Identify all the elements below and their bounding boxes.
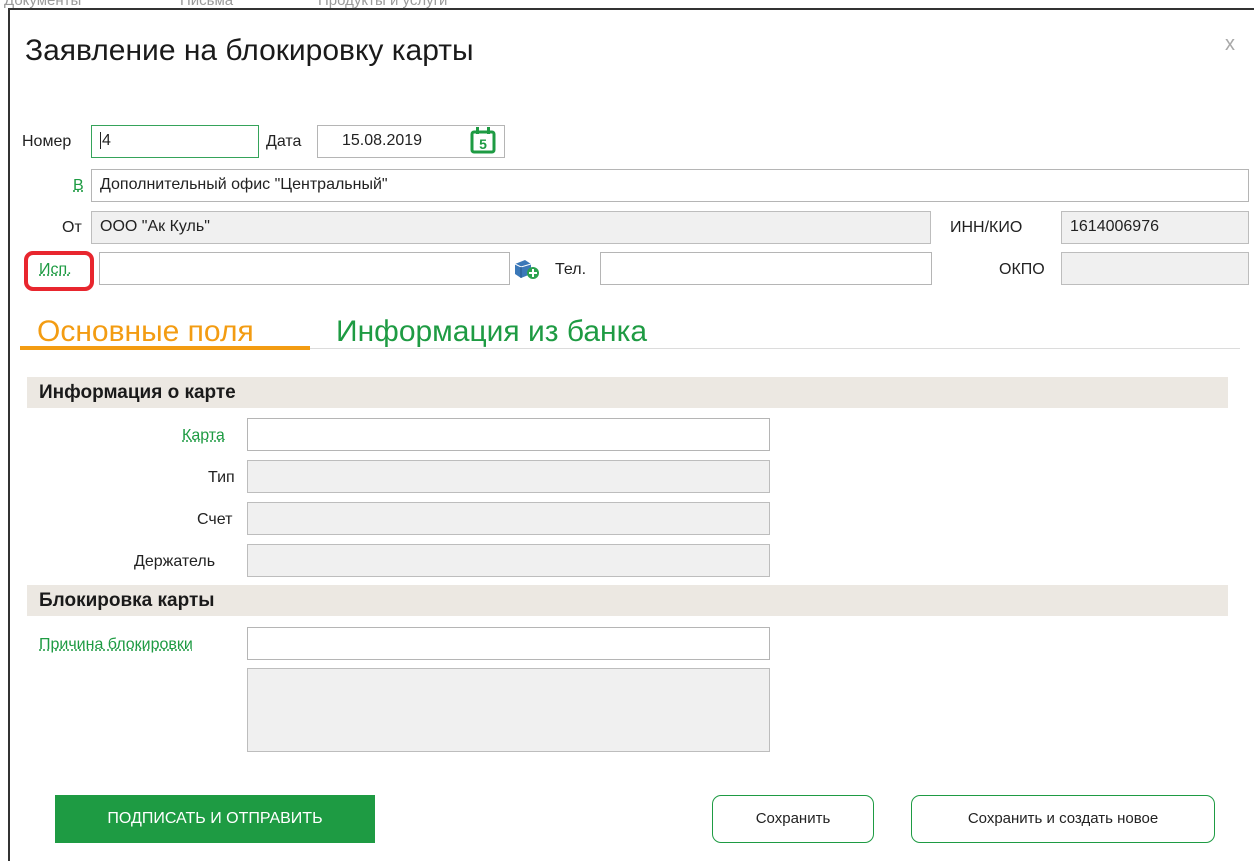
from-label: От [62,219,82,236]
number-label: Номер [22,133,72,150]
from-input: ООО "Ак Куль" [91,211,931,244]
phone-input[interactable] [600,252,932,285]
calendar-icon-digit: 5 [479,136,487,152]
annotation-highlight [24,251,94,291]
account-label: Счет [197,511,233,528]
number-input[interactable]: 4 [91,125,259,158]
section-card-info: Информация о карте [27,377,1228,408]
reason-input[interactable] [247,627,770,660]
to-link[interactable]: В [73,177,84,195]
okpo-input [1061,252,1249,285]
type-label: Тип [208,469,235,486]
tab-divider [310,348,1240,349]
okpo-label: ОКПО [999,261,1045,278]
sign-and-send-button[interactable]: ПОДПИСАТЬ И ОТПРАВИТЬ [55,795,375,843]
save-button[interactable]: Сохранить [712,795,874,843]
contact-add-icon[interactable] [513,258,541,280]
executor-input[interactable] [99,252,510,285]
active-tab-underline [20,346,310,350]
inn-input: 1614006976 [1061,211,1249,244]
inn-label: ИНН/КИО [950,219,1023,236]
reason-details-textarea [247,668,770,752]
section-card-info-title: Информация о карте [39,382,236,403]
account-input [247,502,770,535]
close-icon[interactable]: x [1225,34,1235,54]
number-value: 4 [102,132,111,149]
dialog-title: Заявление на блокировку карты [25,34,474,67]
section-card-block-title: Блокировка карты [39,590,215,611]
holder-label: Держатель [134,553,216,570]
date-label: Дата [266,133,302,150]
card-input[interactable] [247,418,770,451]
date-value: 15.08.2019 [342,132,423,149]
text-caret [100,132,101,150]
inn-value: 1614006976 [1070,218,1159,235]
tab-bank-info[interactable]: Информация из банка [336,315,647,349]
reason-link[interactable]: Причина блокировки [39,636,193,654]
phone-label: Тел. [555,261,587,278]
to-input[interactable]: Дополнительный офис "Центральный" [91,169,1249,202]
type-input [247,460,770,493]
holder-input [247,544,770,577]
section-card-block: Блокировка карты [27,585,1228,616]
card-link[interactable]: Карта [182,427,225,445]
calendar-icon[interactable]: 5 [469,125,497,155]
to-value: Дополнительный офис "Центральный" [100,176,388,193]
tab-main-fields[interactable]: Основные поля [37,315,254,349]
save-and-new-button[interactable]: Сохранить и создать новое [911,795,1215,843]
from-value: ООО "Ак Куль" [100,218,210,235]
